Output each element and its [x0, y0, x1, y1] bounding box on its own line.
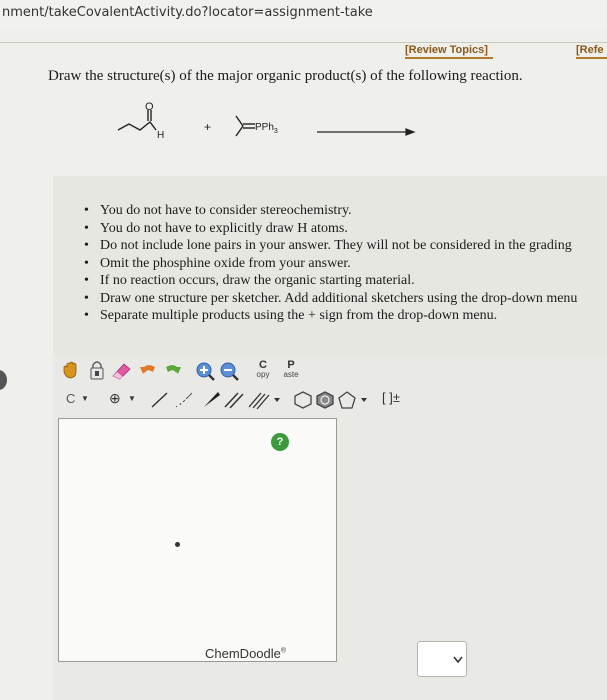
- canvas-dot: [175, 542, 180, 547]
- copy-button[interactable]: C opy: [251, 360, 275, 380]
- aldehyde-structure: [117, 110, 157, 131]
- eraser-icon[interactable]: [110, 360, 134, 380]
- redo-icon[interactable]: [161, 360, 183, 380]
- single-bond-icon[interactable]: [148, 390, 172, 410]
- chemdoodle-brand: ChemDoodle®: [205, 646, 287, 661]
- instruction-item: If no reaction occurs, draw the organic …: [80, 272, 577, 290]
- wedge-bond-icon[interactable]: [200, 390, 222, 410]
- ylide-phosphorus: PPh3: [255, 122, 278, 135]
- zoom-in-icon[interactable]: [194, 360, 216, 382]
- help-icon[interactable]: ?: [271, 433, 289, 451]
- paste-label-top: P: [287, 359, 295, 371]
- double-bond-icon[interactable]: [222, 390, 246, 410]
- chevron-down-icon: ▼: [128, 394, 136, 403]
- review-topics-link[interactable]: [Review Topics]: [405, 44, 488, 56]
- copy-label-top: C: [259, 359, 267, 371]
- assignment-page: [Review Topics] [Refe Draw the structure…: [0, 30, 607, 700]
- instruction-item: Omit the phosphine oxide from your answe…: [80, 255, 577, 273]
- url-text: nment/takeCovalentActivity.do?locator=as…: [2, 5, 373, 20]
- chevron-down-icon: [453, 656, 463, 664]
- lasso-lock-icon[interactable]: [86, 359, 108, 381]
- chevron-down-icon: [274, 398, 280, 402]
- zoom-out-icon[interactable]: [218, 360, 240, 382]
- cyclohexane-icon[interactable]: [292, 390, 314, 410]
- instruction-item: You do not have to consider stereochemis…: [80, 202, 577, 220]
- drawing-canvas[interactable]: [58, 418, 337, 662]
- ylide-structure: [235, 115, 255, 137]
- charge-icon: ⊕: [109, 390, 121, 406]
- chevron-down-icon: ▼: [81, 394, 89, 403]
- aldehyde-oxygen: O: [145, 101, 154, 113]
- address-bar[interactable]: nment/takeCovalentActivity.do?locator=as…: [0, 0, 607, 30]
- paste-label-bottom: aste: [283, 370, 299, 379]
- divider: [0, 42, 607, 43]
- sketcher-dropdown[interactable]: [417, 641, 467, 677]
- triple-bond-icon[interactable]: [246, 390, 286, 410]
- paste-button[interactable]: P aste: [279, 360, 303, 380]
- element-selector[interactable]: C ▼: [61, 390, 95, 410]
- instruction-item: You do not have to explicitly draw H ato…: [80, 220, 577, 238]
- references-underline: [576, 57, 607, 59]
- hashed-bond-icon[interactable]: [172, 390, 196, 410]
- cyclopentane-icon[interactable]: [336, 390, 372, 410]
- benzene-icon[interactable]: [314, 390, 336, 410]
- instruction-item: Draw one structure per sketcher. Add add…: [80, 290, 577, 308]
- instruction-item: Separate multiple products using the + s…: [80, 307, 577, 325]
- chevron-down-icon: [361, 398, 367, 402]
- reaction-arrow: [317, 128, 416, 136]
- bracket-tool[interactable]: [ ]±: [382, 390, 410, 410]
- copy-label-bottom: opy: [256, 370, 270, 379]
- review-topics-underline: [405, 57, 493, 59]
- element-label: C: [66, 391, 76, 406]
- aldehyde-hydrogen: H: [157, 130, 164, 141]
- charge-selector[interactable]: ⊕ ▼: [104, 390, 144, 410]
- undo-icon[interactable]: [138, 360, 160, 380]
- hand-icon[interactable]: [60, 360, 82, 380]
- instructions-list: You do not have to consider stereochemis…: [80, 202, 577, 325]
- question-text: Draw the structure(s) of the major organ…: [48, 68, 523, 84]
- instruction-item: Do not include lone pairs in your answer…: [80, 237, 577, 255]
- references-link[interactable]: [Refe: [576, 44, 604, 56]
- plus-sign: +: [204, 120, 211, 134]
- side-handle[interactable]: [0, 370, 7, 390]
